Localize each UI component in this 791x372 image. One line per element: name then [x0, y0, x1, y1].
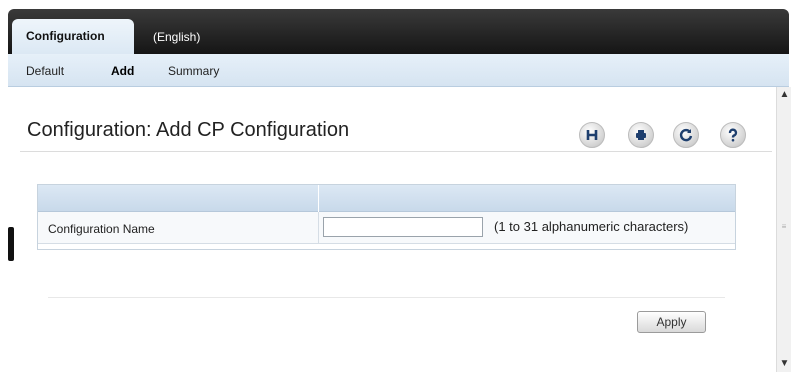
scroll-down-icon[interactable]: ▼ [779, 358, 790, 369]
configuration-name-hint: (1 to 31 alphanumeric characters) [494, 219, 689, 234]
tab-language[interactable]: (English) [153, 30, 200, 44]
vertical-scrollbar[interactable]: ▲ ≡ ▼ [776, 87, 791, 372]
tab-configuration[interactable]: Configuration [12, 19, 134, 55]
scroll-grip-icon: ≡ [781, 222, 787, 231]
page-title: Configuration: Add CP Configuration [27, 119, 350, 141]
tab-language-label: (English) [153, 30, 201, 44]
config-form-table: Configuration Name (1 to 31 alphanumeric… [37, 184, 736, 250]
header-column-divider [318, 185, 319, 212]
tab-configuration-label: Configuration [26, 29, 105, 43]
print-icon[interactable] [628, 122, 654, 148]
apply-button[interactable]: Apply [637, 311, 706, 333]
refresh-icon[interactable] [673, 122, 699, 148]
scroll-up-icon[interactable]: ▲ [779, 89, 790, 100]
help-icon[interactable] [720, 122, 746, 148]
table-header-row [38, 185, 735, 212]
configuration-name-label: Configuration Name [48, 222, 155, 236]
sub-navigation: Default Add Summary [8, 54, 789, 87]
subnav-item-add[interactable]: Add [111, 64, 134, 78]
row-column-divider [318, 212, 319, 244]
top-tab-bar: Configuration (English) [8, 9, 789, 55]
main-content: Configuration: Add CP Configuration Conf… [8, 87, 776, 372]
app-window: Configuration (English) Default Add Summ… [8, 9, 791, 372]
save-icon[interactable] [579, 122, 605, 148]
table-row: Configuration Name (1 to 31 alphanumeric… [38, 212, 735, 244]
footer-divider [48, 297, 725, 298]
configuration-name-input[interactable] [323, 217, 483, 237]
subnav-item-default[interactable]: Default [26, 64, 64, 78]
left-panel-handle[interactable] [8, 227, 14, 261]
subnav-item-summary[interactable]: Summary [168, 64, 219, 78]
title-divider [20, 151, 772, 152]
